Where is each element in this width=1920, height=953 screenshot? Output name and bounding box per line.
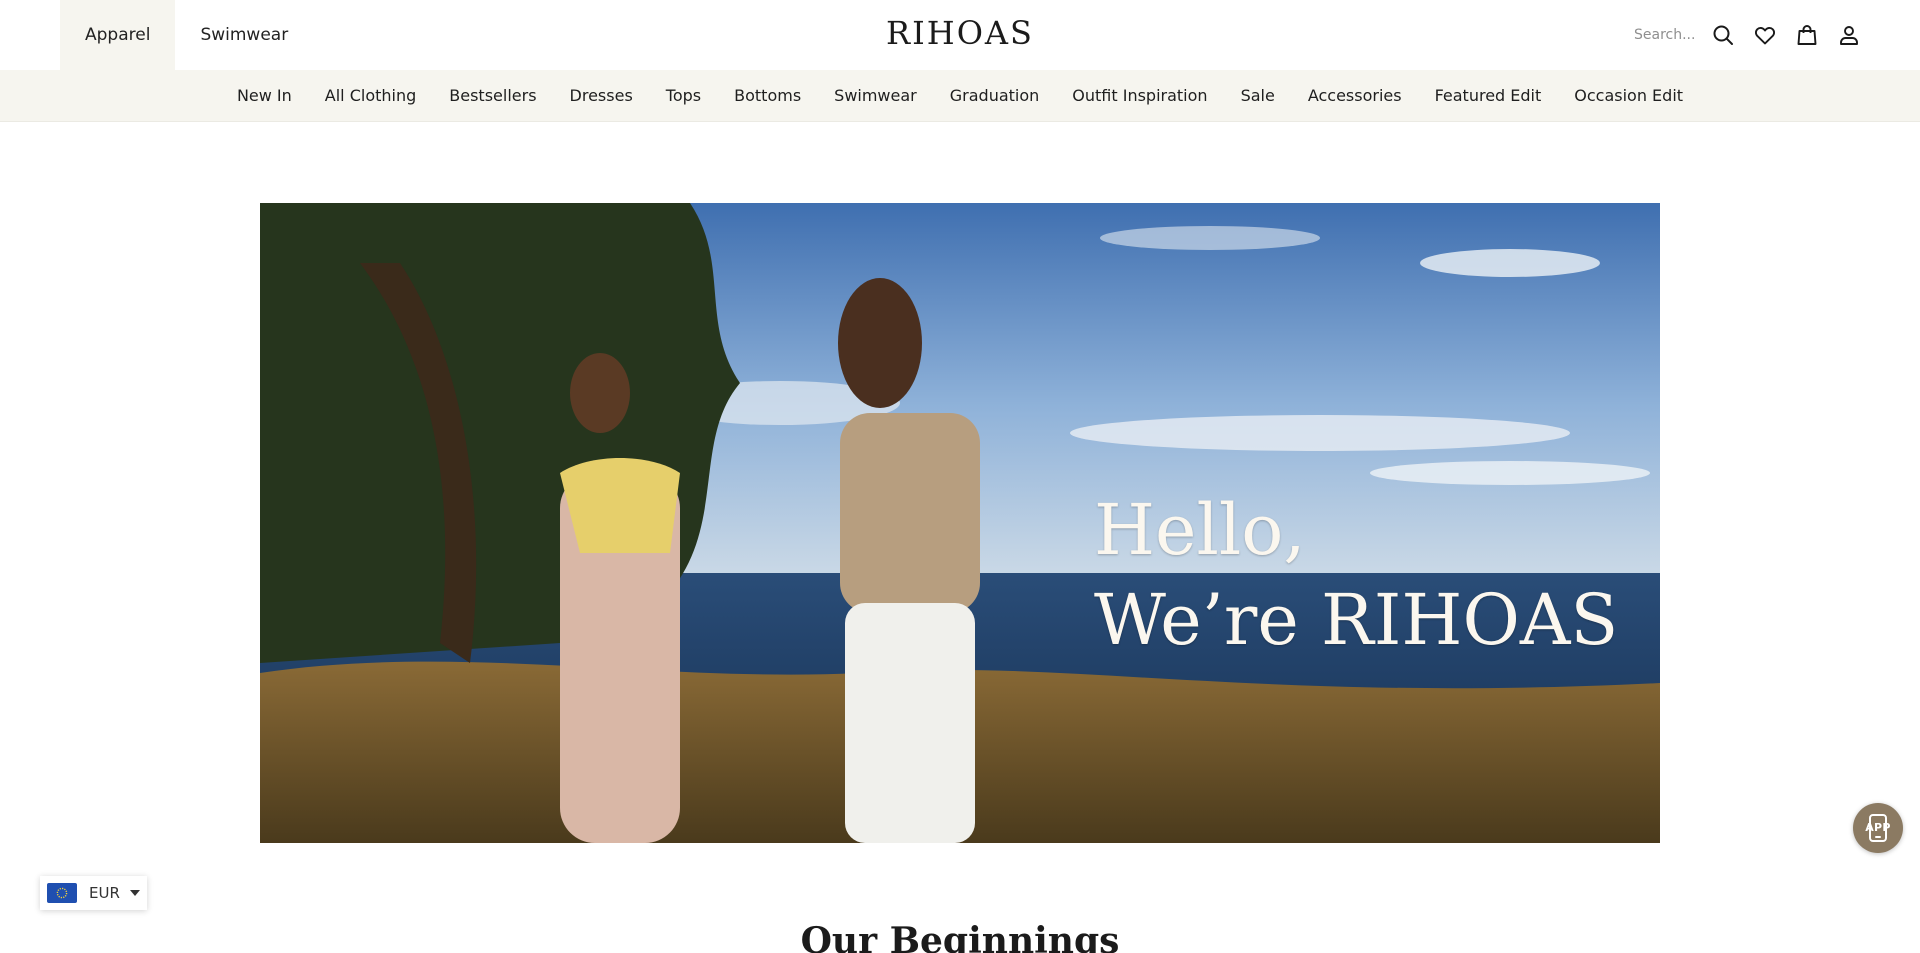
section-title-our-beginnings: Our Beginnings <box>800 920 1120 953</box>
hero-banner[interactable]: Hello, We’re RIHOAS <box>260 203 1660 843</box>
search-input[interactable] <box>1634 27 1694 43</box>
hero-headline-line1: Hello, <box>1094 489 1306 571</box>
site-switcher: Apparel Swimwear <box>60 0 313 70</box>
nav-item-new-in[interactable]: New In <box>220 86 308 105</box>
nav-item-occasion-edit[interactable]: Occasion Edit <box>1558 86 1700 105</box>
nav-item-swimwear[interactable]: Swimwear <box>818 86 934 105</box>
currency-selector[interactable]: EUR <box>40 876 147 910</box>
nav-item-bottoms[interactable]: Bottoms <box>718 86 818 105</box>
nav-item-featured-edit[interactable]: Featured Edit <box>1418 86 1558 105</box>
user-icon[interactable] <box>1836 22 1862 48</box>
header-tools <box>1634 0 1862 70</box>
site-tab-swimwear[interactable]: Swimwear <box>175 0 313 70</box>
nav-item-graduation[interactable]: Graduation <box>933 86 1056 105</box>
nav-item-all-clothing[interactable]: All Clothing <box>308 86 432 105</box>
top-header: Apparel Swimwear RIHOAS <box>0 0 1920 70</box>
nav-list: New In All Clothing Bestsellers Dresses … <box>220 86 1699 105</box>
nav-item-sale[interactable]: Sale <box>1224 86 1291 105</box>
heart-icon[interactable] <box>1752 22 1778 48</box>
app-label: APP <box>1865 821 1891 834</box>
search-icon[interactable] <box>1710 22 1736 48</box>
nav-item-dresses[interactable]: Dresses <box>553 86 649 105</box>
nav-item-tops[interactable]: Tops <box>649 86 717 105</box>
hero-headline: Hello, We’re RIHOAS <box>1094 485 1618 665</box>
hero-headline-line2: We’re RIHOAS <box>1094 579 1619 661</box>
currency-code: EUR <box>89 884 120 902</box>
eu-flag-icon <box>47 883 77 903</box>
bag-icon[interactable] <box>1794 22 1820 48</box>
main-navigation: New In All Clothing Bestsellers Dresses … <box>0 70 1920 122</box>
site-tab-apparel[interactable]: Apparel <box>60 0 176 70</box>
site-logo[interactable]: RIHOAS <box>886 14 1034 52</box>
nav-item-accessories[interactable]: Accessories <box>1291 86 1418 105</box>
app-download-button[interactable]: APP <box>1853 803 1903 853</box>
nav-item-outfit-inspiration[interactable]: Outfit Inspiration <box>1056 86 1224 105</box>
nav-item-bestsellers[interactable]: Bestsellers <box>433 86 553 105</box>
chevron-down-icon <box>129 890 140 896</box>
